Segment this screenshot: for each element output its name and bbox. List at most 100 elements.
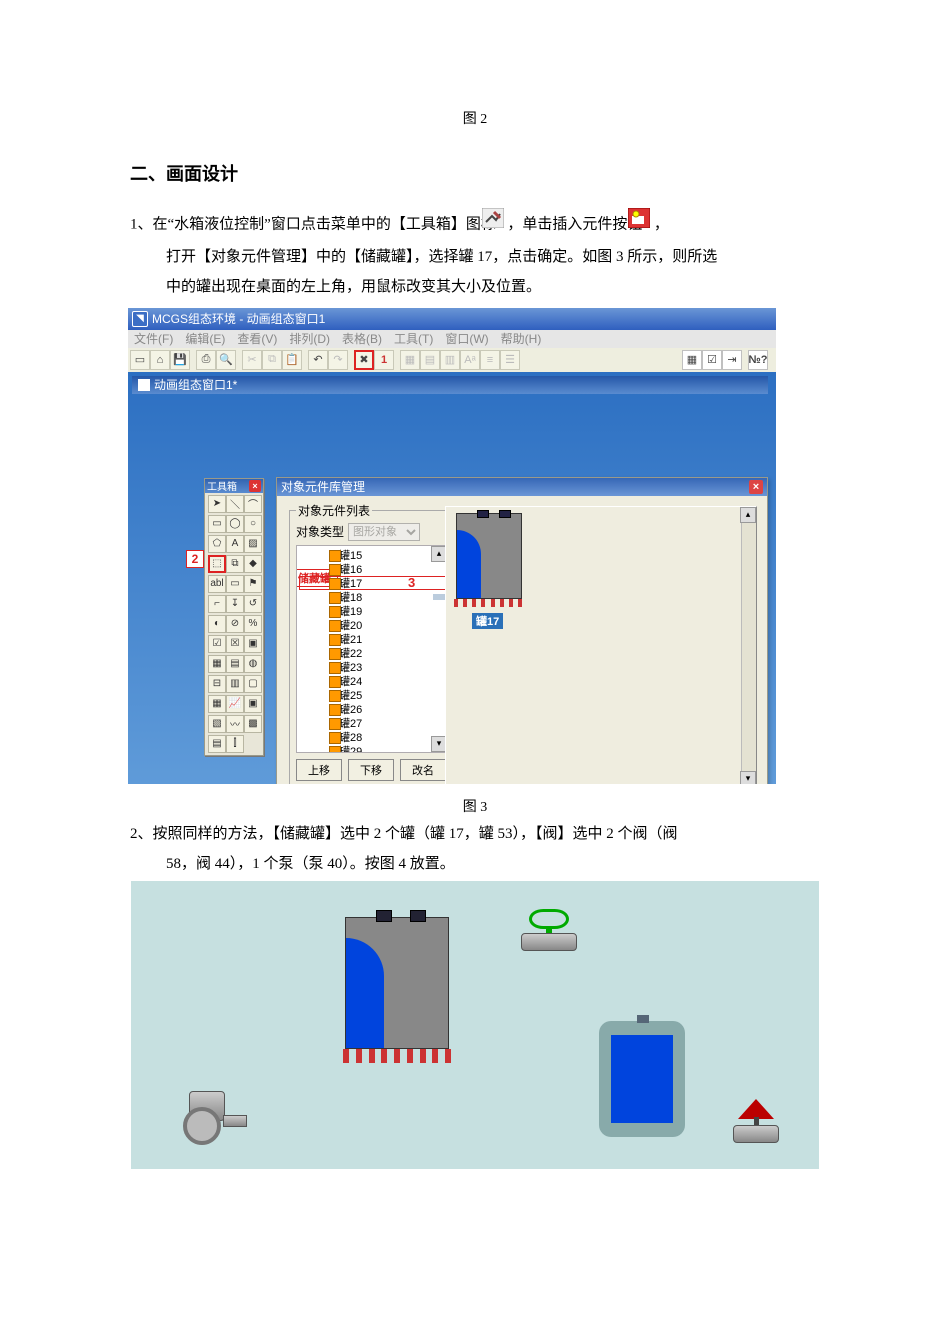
pal-round[interactable]: ◯ <box>226 515 244 533</box>
menu-help[interactable]: 帮助(H) <box>501 330 542 347</box>
move-up-button[interactable]: 上移 <box>296 759 342 781</box>
pal-d2[interactable]: ☒ <box>226 635 244 653</box>
pal-f2[interactable]: ▥ <box>226 675 244 693</box>
pal-f1[interactable]: ⊟ <box>208 675 226 693</box>
pal-b3[interactable]: ◆ <box>244 555 262 573</box>
menu-table[interactable]: 表格(B) <box>342 330 382 347</box>
pal-d3[interactable]: ▣ <box>244 635 262 653</box>
palette-close-icon[interactable]: × <box>249 480 261 492</box>
pal-i1[interactable]: ▤ <box>208 735 226 753</box>
pal-img[interactable]: ▨ <box>244 535 262 553</box>
tb-undo[interactable]: ↶ <box>308 350 328 370</box>
tree-item[interactable]: 罐21 <box>299 632 447 646</box>
pal-h2[interactable]: 〰 <box>226 715 244 733</box>
pal-b2[interactable]: ⧉ <box>226 555 244 573</box>
pal-rect[interactable]: ▭ <box>208 515 226 533</box>
tb-g1[interactable]: ▦ <box>400 350 420 370</box>
pal-f3[interactable]: ▢ <box>244 675 262 693</box>
tb-font[interactable]: Aᵃ <box>460 350 480 370</box>
tb-cut[interactable]: ✂ <box>242 350 262 370</box>
tb-g2[interactable]: ▤ <box>420 350 440 370</box>
menu-window[interactable]: 窗口(W) <box>445 330 488 347</box>
tb-save[interactable]: 💾 <box>170 350 190 370</box>
paragraph-1: 1、在“水箱液位控制”窗口点击菜单中的【工具箱】图标 ，单击插入元件按钮 ， <box>130 210 820 241</box>
tb-g3[interactable]: ▥ <box>440 350 460 370</box>
pal-c1[interactable]: ◐ <box>208 615 226 633</box>
tb-new[interactable]: ▭ <box>130 350 150 370</box>
preview-scroll-down[interactable]: ▾ <box>740 771 756 784</box>
tree-item[interactable]: 罐25 <box>299 688 447 702</box>
pal-b7[interactable]: ⌐ <box>208 595 226 613</box>
tb-toolbox[interactable]: ✖ <box>354 350 374 370</box>
pal-insert-element[interactable]: ⬚ <box>208 555 226 573</box>
tb-copy[interactable]: ⧉ <box>262 350 282 370</box>
tree-item[interactable]: 罐26 <box>299 702 447 716</box>
mcgs-menubar[interactable]: 文件(F) 编辑(E) 查看(V) 排列(D) 表格(B) 工具(T) 窗口(W… <box>128 330 776 348</box>
pal-pointer[interactable]: ➤ <box>208 495 226 513</box>
paragraph-2a: 2、按照同样的方法，【储藏罐】选中 2 个罐（罐 17，罐 53），【阀】选中 … <box>130 820 820 849</box>
pal-g1[interactable]: ▦ <box>208 695 226 713</box>
tree-item[interactable]: 罐15 <box>299 548 447 562</box>
preview-tank-icon <box>456 513 522 599</box>
pal-c2[interactable]: ⊘ <box>226 615 244 633</box>
pal-e1[interactable]: ▦ <box>208 655 226 673</box>
pal-g2[interactable]: 📈 <box>226 695 244 713</box>
pal-ellipse[interactable]: ○ <box>244 515 262 533</box>
rename-button[interactable]: 改名 <box>400 759 446 781</box>
pal-h3[interactable]: ▩ <box>244 715 262 733</box>
tree-item[interactable]: 罐29 <box>299 744 447 753</box>
tb-print[interactable]: ⎙ <box>196 350 216 370</box>
tree-item[interactable]: 罐18 <box>299 590 447 604</box>
tree-item[interactable]: 罐22 <box>299 646 447 660</box>
tb-r2[interactable]: ☑ <box>702 350 722 370</box>
tree-item-selected[interactable]: 罐17 <box>299 576 447 590</box>
dialog-close-icon[interactable]: × <box>749 480 763 494</box>
pal-i2[interactable]: ⫿ <box>226 735 244 753</box>
preview-label: 罐17 <box>472 613 503 629</box>
tb-help[interactable]: №? <box>748 350 768 370</box>
tb-list[interactable]: ≡ <box>480 350 500 370</box>
section-heading: 二、画面设计 <box>130 160 820 186</box>
preview-scrollbar[interactable] <box>741 507 756 784</box>
tb-redo[interactable]: ↷ <box>328 350 348 370</box>
menu-edit[interactable]: 编辑(E) <box>185 330 225 347</box>
pal-poly[interactable]: ⬠ <box>208 535 226 553</box>
tree-item[interactable]: 罐28 <box>299 730 447 744</box>
pal-e3[interactable]: ◍ <box>244 655 262 673</box>
tb-list2[interactable]: ☰ <box>500 350 520 370</box>
layout-diagram <box>131 881 819 1169</box>
tree-item[interactable]: 罐23 <box>299 660 447 674</box>
menu-file[interactable]: 文件(F) <box>134 330 173 347</box>
pal-b6[interactable]: ⚑ <box>244 575 262 593</box>
preview-scroll-up[interactable]: ▴ <box>740 507 756 523</box>
menu-view[interactable]: 查看(V) <box>237 330 277 347</box>
pal-line[interactable]: ＼ <box>226 495 244 513</box>
move-down-button[interactable]: 下移 <box>348 759 394 781</box>
pal-e2[interactable]: ▤ <box>226 655 244 673</box>
pal-b5[interactable]: ▭ <box>226 575 244 593</box>
tb-open[interactable]: ⌂ <box>150 350 170 370</box>
tree-item[interactable]: 罐16 <box>299 562 447 576</box>
pal-h1[interactable]: ▧ <box>208 715 226 733</box>
tree-item[interactable]: 罐20 <box>299 618 447 632</box>
pal-arc[interactable]: ⌒ <box>244 495 262 513</box>
pal-c3[interactable]: % <box>244 615 262 633</box>
tb-preview[interactable]: 🔍 <box>216 350 236 370</box>
menu-arrange[interactable]: 排列(D) <box>289 330 330 347</box>
pal-text[interactable]: A <box>226 535 244 553</box>
pal-b8[interactable]: ↧ <box>226 595 244 613</box>
toolbox-palette[interactable]: 工具箱 × ➤ ＼ ⌒ ▭ ◯ ○ ⬠ A ▨ ⬚ ⧉ ◆ abl <box>204 478 264 756</box>
tb-paste[interactable]: 📋 <box>282 350 302 370</box>
tree-item[interactable]: 罐27 <box>299 716 447 730</box>
pal-g3[interactable]: ▣ <box>244 695 262 713</box>
pal-d1[interactable]: ☑ <box>208 635 226 653</box>
menu-tools[interactable]: 工具(T) <box>394 330 433 347</box>
tb-r1[interactable]: ▦ <box>682 350 702 370</box>
element-tree[interactable]: 储藏罐 3 罐15 罐16 罐17 罐18 罐19 罐20 罐21 罐22 罐2 <box>296 545 448 753</box>
type-select[interactable]: 图形对象 <box>348 523 420 541</box>
pal-abl[interactable]: abl <box>208 575 226 593</box>
tb-r3[interactable]: ⇥ <box>722 350 742 370</box>
tree-item[interactable]: 罐19 <box>299 604 447 618</box>
tree-item[interactable]: 罐24 <box>299 674 447 688</box>
pal-b9[interactable]: ↺ <box>244 595 262 613</box>
